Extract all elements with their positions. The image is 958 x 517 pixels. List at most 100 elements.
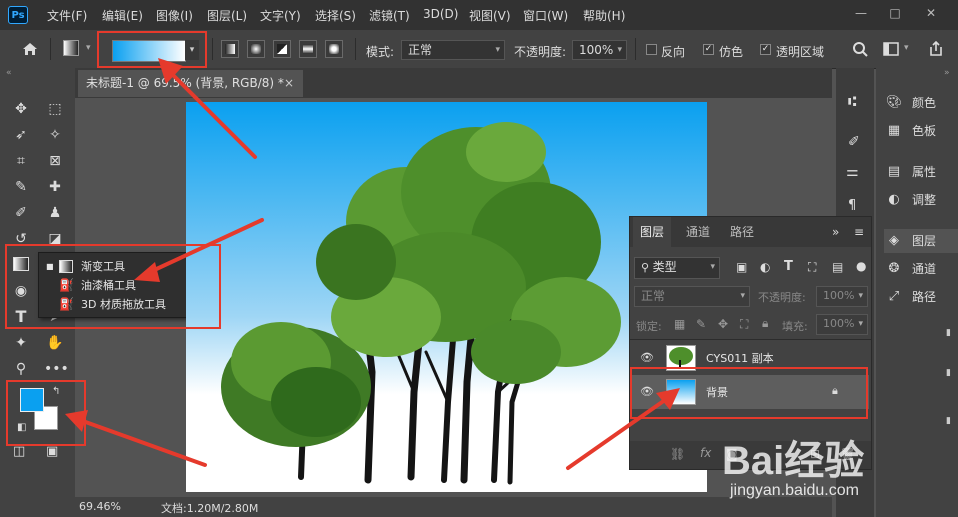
share-icon[interactable]	[928, 40, 944, 57]
panel-collapse-icon[interactable]: »	[832, 225, 839, 239]
fx-icon[interactable]: fx	[700, 446, 711, 460]
document-tab[interactable]: 未标题-1 @ 69.5% (背景, RGB/8) * ×	[78, 70, 303, 97]
link-layers-icon[interactable]: ⛓	[670, 447, 685, 461]
default-colors-icon[interactable]: ◧	[17, 422, 26, 433]
maximize-button[interactable]: □	[884, 4, 906, 22]
eye-icon[interactable]: 👁︎	[640, 385, 654, 399]
layer-name[interactable]: 背景	[706, 384, 728, 400]
filter-toggle-icon[interactable]: ●	[856, 259, 866, 273]
radial-gradient-icon[interactable]	[247, 40, 265, 58]
hand-tool-icon[interactable]: ✋	[44, 332, 66, 354]
layer-name[interactable]: CYS011 副本	[706, 350, 774, 366]
lasso-tool-icon[interactable]: ➶	[10, 124, 32, 146]
lock-position-icon[interactable]: ✥	[718, 317, 728, 331]
search-icon[interactable]	[852, 41, 868, 57]
fill-input[interactable]: 100% ▾	[816, 314, 868, 335]
reverse-checkbox[interactable]	[646, 44, 657, 55]
scroll-handle[interactable]: ▮	[946, 416, 951, 426]
menu-layer[interactable]: 图层(L)	[207, 7, 247, 24]
panel-channels[interactable]: ❂ 通道	[884, 257, 958, 281]
foreground-color-swatch[interactable]	[20, 388, 44, 412]
tab-paths[interactable]: 路径	[722, 217, 762, 247]
opacity-input[interactable]: 100% ▾	[572, 40, 627, 60]
close-tab-icon[interactable]: ×	[284, 70, 294, 96]
expand-icon[interactable]: »	[944, 68, 950, 78]
layer-filter-select[interactable]: ⚲ 类型 ▾	[634, 257, 720, 279]
scroll-handle[interactable]: ▮	[946, 328, 951, 338]
panel-paths[interactable]: ⤢ 路径	[884, 285, 958, 309]
tool-preset-icon[interactable]	[63, 40, 79, 56]
eraser-tool-icon[interactable]: ◪	[44, 228, 66, 250]
eyedropper-tool-icon[interactable]: ✎	[10, 176, 32, 198]
lock-icon[interactable]: 🔒︎	[832, 384, 838, 398]
angle-gradient-icon[interactable]	[273, 40, 291, 58]
menu-edit[interactable]: 编辑(E)	[102, 7, 143, 24]
eye-icon[interactable]: 👁︎	[640, 351, 654, 365]
transparency-checkbox[interactable]: ✓	[760, 44, 771, 55]
mode-select[interactable]: 正常 ▾	[401, 40, 505, 60]
panel-swatches[interactable]: ▦ 色板	[884, 119, 958, 143]
gradient-tool-icon[interactable]	[13, 257, 29, 271]
layer-opacity-input[interactable]: 100% ▾	[816, 286, 868, 307]
type-tool-icon[interactable]: T	[10, 306, 32, 328]
diamond-gradient-icon[interactable]	[325, 40, 343, 58]
zoom-level[interactable]: 69.46%	[79, 500, 121, 513]
tab-layers[interactable]: 图层	[633, 217, 671, 247]
lock-artboard-icon[interactable]: ⛶	[740, 317, 748, 332]
panel-adjustments[interactable]: ◐ 调整	[884, 188, 958, 212]
gradient-picker-chevron-icon[interactable]: ▾	[185, 40, 199, 60]
smart-object-filter-icon[interactable]: ▤	[832, 260, 843, 274]
chevron-down-icon[interactable]: ▾	[86, 43, 91, 53]
panel-menu-icon[interactable]: ≡	[854, 225, 864, 239]
zoom-tool-icon[interactable]: ⚲	[10, 358, 32, 380]
crop-tool-icon[interactable]: ⌗	[10, 150, 32, 172]
menu-3d[interactable]: 3D(D)	[423, 7, 458, 21]
move-tool-icon[interactable]: ✥	[10, 98, 32, 120]
menu-window[interactable]: 窗口(W)	[523, 7, 568, 24]
paragraph-panel-icon[interactable]: ¶	[848, 198, 856, 213]
flyout-item-gradient[interactable]: ■ 渐变工具 G	[39, 257, 205, 276]
menu-file[interactable]: 文件(F)	[47, 7, 87, 24]
blur-tool-icon[interactable]: ◉	[10, 280, 32, 302]
flyout-item-paint-bucket[interactable]: ⛽ 油漆桶工具 G	[39, 276, 205, 295]
linear-gradient-icon[interactable]	[221, 40, 239, 58]
menu-type[interactable]: 文字(Y)	[260, 7, 301, 24]
shape-tool-icon[interactable]: ✦	[10, 332, 32, 354]
panel-color[interactable]: 🎨︎ 颜色	[884, 91, 958, 115]
type-filter-icon[interactable]: T	[784, 259, 793, 274]
adjustment-filter-icon[interactable]: ◐	[760, 260, 770, 274]
workspace-icon[interactable]	[883, 42, 899, 56]
screen-mode-icon[interactable]: ▣	[46, 444, 58, 459]
quick-mask-icon[interactable]: ◫	[13, 444, 25, 459]
chevron-down-icon[interactable]: ▾	[904, 43, 909, 53]
menu-select[interactable]: 选择(S)	[315, 7, 356, 24]
stamp-tool-icon[interactable]: ♟	[44, 202, 66, 224]
adjust-panel-icon[interactable]: ⚌	[846, 164, 859, 180]
minimize-button[interactable]: —	[850, 4, 872, 22]
brush-tool-icon[interactable]: ✐	[10, 202, 32, 224]
pixel-filter-icon[interactable]: ▣	[736, 260, 747, 274]
blend-mode-select[interactable]: 正常 ▾	[634, 286, 750, 307]
tab-channels[interactable]: 通道	[678, 217, 718, 247]
reflected-gradient-icon[interactable]	[299, 40, 317, 58]
swap-colors-icon[interactable]: ↰	[52, 386, 60, 397]
brushes-panel-icon[interactable]: ✐	[848, 134, 860, 150]
history-panel-icon[interactable]: ⑆	[848, 94, 856, 110]
dither-checkbox[interactable]: ✓	[703, 44, 714, 55]
menu-image[interactable]: 图像(I)	[156, 7, 193, 24]
menu-view[interactable]: 视图(V)	[469, 7, 511, 24]
shape-filter-icon[interactable]: ⛶	[808, 260, 816, 275]
lock-all-icon[interactable]: 🔒︎	[762, 316, 768, 331]
scroll-handle[interactable]: ▮	[946, 368, 951, 378]
collapse-icon[interactable]: «	[6, 68, 12, 78]
history-brush-tool-icon[interactable]: ↺	[10, 228, 32, 250]
lock-pixels-icon[interactable]: ✎	[696, 317, 706, 331]
healing-brush-tool-icon[interactable]: ✚	[44, 176, 66, 198]
gradient-preview[interactable]	[112, 40, 186, 62]
layer-row-selected[interactable]: 👁︎ 背景 🔒︎	[632, 375, 869, 409]
more-tools-icon[interactable]: •••	[44, 358, 69, 380]
panel-layers[interactable]: ◈ 图层	[884, 229, 958, 253]
menu-help[interactable]: 帮助(H)	[583, 7, 625, 24]
marquee-tool-icon[interactable]: ⬚	[44, 98, 66, 120]
lock-transparent-icon[interactable]: ▦	[674, 317, 685, 331]
